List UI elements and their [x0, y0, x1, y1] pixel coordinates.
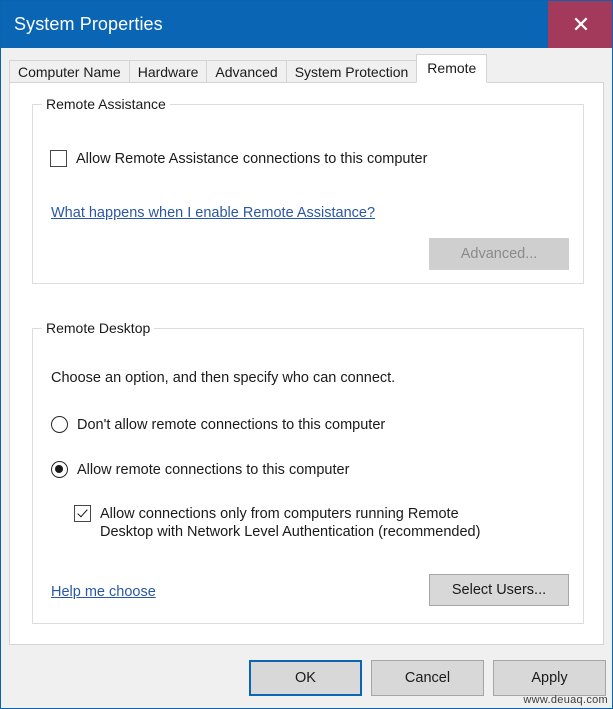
option-dont-allow-row[interactable]: Don't allow remote connections to this c… — [51, 416, 385, 434]
option-allow-row[interactable]: Allow remote connections to this compute… — [51, 461, 349, 479]
cancel-button[interactable]: Cancel — [371, 660, 484, 696]
dialog-button-bar: OK Cancel Apply www.deuaq.com — [1, 646, 613, 709]
tab-strip: Computer Name Hardware Advanced System P… — [9, 56, 606, 83]
allow-remote-assistance-checkbox[interactable] — [50, 150, 67, 167]
remote-desktop-instruction: Choose an option, and then specify who c… — [51, 370, 395, 386]
select-users-button[interactable]: Select Users... — [429, 574, 569, 606]
network-level-auth-label-line1: Allow connections only from computers ru… — [100, 506, 459, 522]
apply-button[interactable]: Apply — [493, 660, 606, 696]
tab-advanced[interactable]: Advanced — [206, 60, 286, 83]
allow-remote-assistance-row[interactable]: Allow Remote Assistance connections to t… — [50, 150, 427, 168]
tab-system-protection[interactable]: System Protection — [286, 60, 418, 83]
option-allow-radio[interactable] — [51, 461, 68, 478]
allow-remote-assistance-label: Allow Remote Assistance connections to t… — [76, 150, 427, 168]
option-allow-label: Allow remote connections to this compute… — [77, 461, 349, 479]
remote-desktop-group: Remote Desktop Choose an option, and the… — [32, 328, 584, 624]
window-title: System Properties — [1, 14, 163, 35]
ok-button[interactable]: OK — [249, 660, 362, 696]
remote-desktop-legend: Remote Desktop — [42, 320, 154, 336]
system-properties-dialog: System Properties ✕ Computer Name Hardwa… — [0, 0, 613, 709]
tab-computer-name[interactable]: Computer Name — [9, 60, 130, 83]
tab-page-remote: Remote Assistance Allow Remote Assistanc… — [9, 82, 604, 645]
option-dont-allow-label: Don't allow remote connections to this c… — [77, 416, 385, 434]
close-icon: ✕ — [572, 14, 590, 36]
help-me-choose-link[interactable]: Help me choose — [51, 584, 156, 600]
remote-assistance-group: Remote Assistance Allow Remote Assistanc… — [32, 104, 584, 284]
remote-assistance-legend: Remote Assistance — [42, 96, 170, 112]
close-button[interactable]: ✕ — [548, 1, 613, 48]
advanced-button: Advanced... — [429, 238, 569, 270]
tab-hardware[interactable]: Hardware — [129, 60, 208, 83]
tab-remote[interactable]: Remote — [416, 54, 487, 83]
network-level-auth-row[interactable]: Allow connections only from computers ru… — [74, 505, 554, 541]
option-dont-allow-radio[interactable] — [51, 416, 68, 433]
site-watermark: www.deuaq.com — [523, 694, 608, 706]
title-bar: System Properties ✕ — [1, 1, 613, 48]
network-level-auth-label-line2: Desktop with Network Level Authenticatio… — [100, 524, 480, 540]
network-level-auth-checkbox[interactable] — [74, 505, 91, 522]
remote-assistance-help-link[interactable]: What happens when I enable Remote Assist… — [51, 205, 375, 221]
